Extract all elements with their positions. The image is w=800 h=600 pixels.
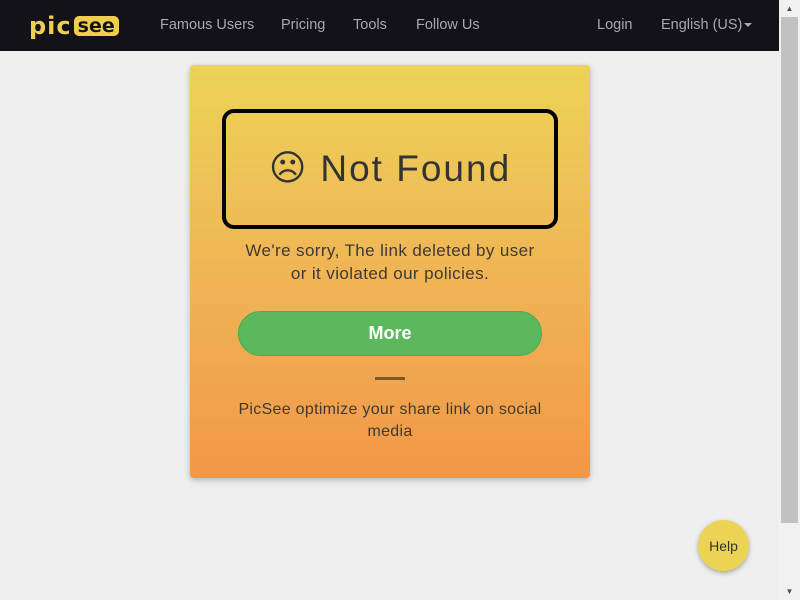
error-message-line2: or it violated our policies. xyxy=(290,264,490,283)
scroll-up-arrow-icon[interactable]: ▲ xyxy=(779,0,800,17)
more-button[interactable]: More xyxy=(238,311,542,356)
help-button[interactable]: Help xyxy=(698,520,749,571)
error-message: We're sorry, The link deleted by user or… xyxy=(210,239,570,285)
error-message-line1: We're sorry, The link deleted by user xyxy=(245,241,535,260)
not-found-box: ☹ Not Found xyxy=(222,109,558,229)
logo-text-pic: pic xyxy=(29,12,72,40)
tagline-line1: PicSee optimize your share link on socia… xyxy=(238,401,542,418)
language-dropdown[interactable]: English (US) xyxy=(661,16,753,34)
not-found-card: ☹ Not Found We're sorry, The link delete… xyxy=(190,65,590,478)
page-scrollbar[interactable]: ▲ ▼ xyxy=(779,0,800,600)
nav-login[interactable]: Login xyxy=(597,16,632,34)
caret-down-icon xyxy=(744,23,753,28)
nav-follow-us[interactable]: Follow Us xyxy=(416,16,480,34)
tagline: PicSee optimize your share link on socia… xyxy=(210,399,570,443)
not-found-title: Not Found xyxy=(320,148,512,189)
nav-pricing[interactable]: Pricing xyxy=(281,16,325,34)
divider xyxy=(375,377,405,380)
nav-famous-users[interactable]: Famous Users xyxy=(160,16,254,34)
logo-text-see: see xyxy=(73,16,119,36)
scroll-thumb[interactable] xyxy=(781,17,798,523)
language-label: English (US) xyxy=(661,17,743,33)
tagline-line2: media xyxy=(367,423,413,440)
top-navbar: pic see Famous Users Pricing Tools Follo… xyxy=(0,0,779,51)
nav-tools[interactable]: Tools xyxy=(353,16,387,34)
sad-face-icon: ☹ xyxy=(268,148,307,189)
picsee-logo[interactable]: pic see xyxy=(29,14,131,38)
scroll-down-arrow-icon[interactable]: ▼ xyxy=(779,583,800,600)
